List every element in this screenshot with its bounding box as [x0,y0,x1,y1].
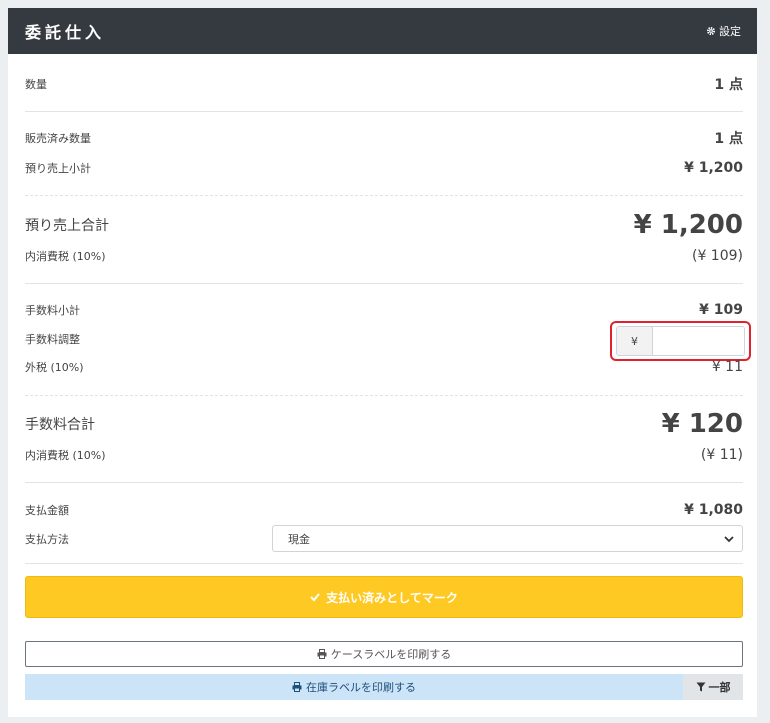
quantity-row: 数量 1 点 [25,72,743,96]
fee-adjust-input-group: ¥ [616,326,745,356]
quantity-label: 数量 [25,78,47,91]
printer-icon [292,682,302,692]
divider [25,283,743,284]
print-case-label-text: ケースラベルを印刷する [330,648,452,661]
deposit-subtotal-label: 預り売上小計 [25,162,91,175]
deposit-tax-value: (¥ 109) [691,248,743,264]
sold-quantity-value: 1 点 [714,131,743,147]
divider [25,111,743,112]
yen-prefix: ¥ [617,327,653,355]
fee-tax-value: (¥ 11) [700,447,743,463]
sold-quantity-row: 販売済み数量 1 点 [25,126,743,150]
outer-tax-value: ¥ 11 [711,359,743,375]
settings-button[interactable]: 設定 [706,23,741,39]
outer-tax-row: 外税 (10%) ¥ 11 [25,356,743,378]
partial-label: 一部 [708,681,731,694]
divider [25,482,743,483]
deposit-tax-label: 内消費税 (10%) [25,250,106,263]
payment-method-selected: 現金 [288,532,310,546]
printer-icon [317,649,327,659]
divider [25,563,743,564]
payment-method-select[interactable]: 現金 [272,525,743,552]
payment-method-label: 支払方法 [25,533,69,546]
mark-paid-label: 支払い済みとしてマーク [326,590,458,605]
settings-label: 設定 [719,25,741,38]
payment-method-row: 支払方法 [25,528,270,550]
fee-adjust-label: 手数料調整 [25,333,80,346]
deposit-subtotal-row: 預り売上小計 ¥ 1,200 [25,156,743,180]
deposit-subtotal-value: ¥ 1,200 [684,160,743,176]
fee-tax-label: 内消費税 (10%) [25,449,106,462]
filter-icon [696,682,705,692]
partial-filter-button[interactable]: 一部 [683,674,743,700]
fee-total-value: ¥ 120 [661,409,743,439]
fee-total-label: 手数料合計 [25,417,95,433]
fee-subtotal-value: ¥ 109 [699,302,743,318]
check-icon [310,593,320,602]
outer-tax-label: 外税 (10%) [25,361,84,374]
gear-icon [706,26,716,36]
deposit-total-value: ¥ 1,200 [633,210,743,240]
panel-title: 委託仕入 [25,23,106,42]
fee-total-row: 手数料合計 ¥ 120 [25,407,743,441]
deposit-tax-row: 内消費税 (10%) (¥ 109) [25,245,743,267]
quantity-value: 1 点 [714,77,743,93]
print-stock-label-button[interactable]: 在庫ラベルを印刷する [25,674,683,700]
payment-amount-label: 支払金額 [25,504,69,517]
panel-header: 委託仕入 設定 [8,8,757,54]
deposit-total-label: 預り売上合計 [25,218,109,234]
fee-tax-row: 内消費税 (10%) (¥ 11) [25,444,743,466]
deposit-total-row: 預り売上合計 ¥ 1,200 [25,208,743,242]
payment-amount-row: 支払金額 ¥ 1,080 [25,498,743,522]
mark-paid-button[interactable]: 支払い済みとしてマーク [25,576,743,618]
divider [25,195,743,196]
sold-quantity-label: 販売済み数量 [25,132,91,145]
print-case-label-button[interactable]: ケースラベルを印刷する [25,641,743,667]
fee-subtotal-label: 手数料小計 [25,304,80,317]
print-stock-label-text: 在庫ラベルを印刷する [306,681,416,694]
fee-adjust-input[interactable] [653,327,744,355]
fee-adjust-row: 手数料調整 [25,328,600,350]
fee-subtotal-row: 手数料小計 ¥ 109 [25,298,743,322]
payment-amount-value: ¥ 1,080 [684,502,743,518]
chevron-down-icon [724,535,734,542]
divider [25,395,743,396]
fee-adjust-highlight: ¥ [610,321,751,361]
